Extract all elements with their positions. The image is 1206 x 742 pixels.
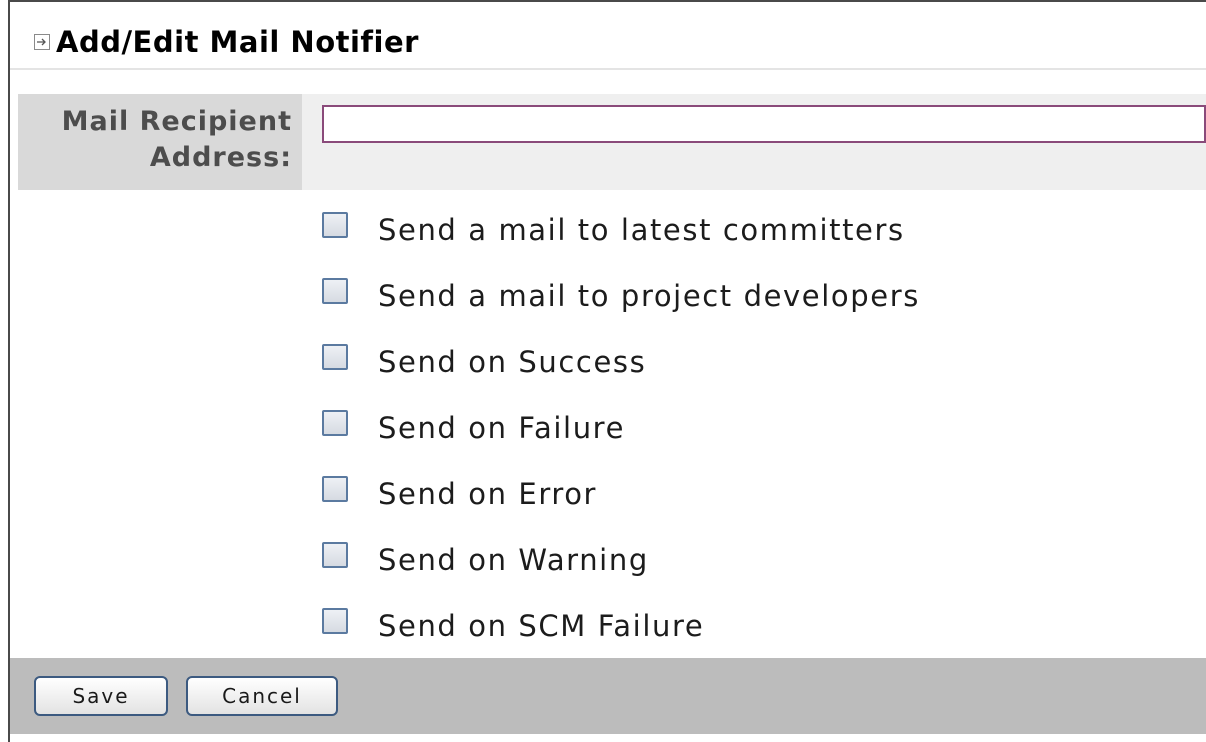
checkbox-label: Send on Success (378, 345, 647, 379)
checkbox-row-latest-committers[interactable]: Send a mail to latest committers (322, 202, 1202, 268)
send-on-scm-failure-checkbox[interactable] (322, 608, 348, 634)
button-bar: Save Cancel (10, 658, 1206, 734)
checkbox-label: Send on SCM Failure (378, 609, 705, 643)
latest-committers-checkbox[interactable] (322, 212, 348, 238)
checkbox-row-success[interactable]: Send on Success (322, 334, 1202, 400)
recipient-address-input[interactable] (322, 105, 1206, 143)
panel-header: Add/Edit Mail Notifier (10, 2, 1206, 70)
checkbox-label: Send a mail to project developers (378, 279, 920, 313)
page-title: Add/Edit Mail Notifier (56, 25, 419, 59)
checkbox-label: Send on Warning (378, 543, 649, 577)
checkbox-label: Send a mail to latest committers (378, 213, 905, 247)
cancel-button[interactable]: Cancel (186, 676, 338, 716)
save-button[interactable]: Save (34, 676, 168, 716)
project-developers-checkbox[interactable] (322, 278, 348, 304)
notification-options: Send a mail to latest committers Send a … (322, 202, 1202, 664)
mail-notifier-panel: Add/Edit Mail Notifier Mail Recipient Ad… (8, 0, 1206, 742)
checkbox-row-error[interactable]: Send on Error (322, 466, 1202, 532)
checkbox-row-scm-failure[interactable]: Send on SCM Failure (322, 598, 1202, 664)
checkbox-label: Send on Error (378, 477, 598, 511)
send-on-error-checkbox[interactable] (322, 476, 348, 502)
send-on-warning-checkbox[interactable] (322, 542, 348, 568)
recipient-label: Mail Recipient Address: (18, 94, 302, 190)
checkbox-row-project-developers[interactable]: Send a mail to project developers (322, 268, 1202, 334)
expand-arrow-icon (34, 34, 50, 50)
checkbox-label: Send on Failure (378, 411, 626, 445)
checkbox-row-failure[interactable]: Send on Failure (322, 400, 1202, 466)
send-on-failure-checkbox[interactable] (322, 410, 348, 436)
send-on-success-checkbox[interactable] (322, 344, 348, 370)
recipient-row: Mail Recipient Address: (18, 94, 1206, 190)
checkbox-row-warning[interactable]: Send on Warning (322, 532, 1202, 598)
